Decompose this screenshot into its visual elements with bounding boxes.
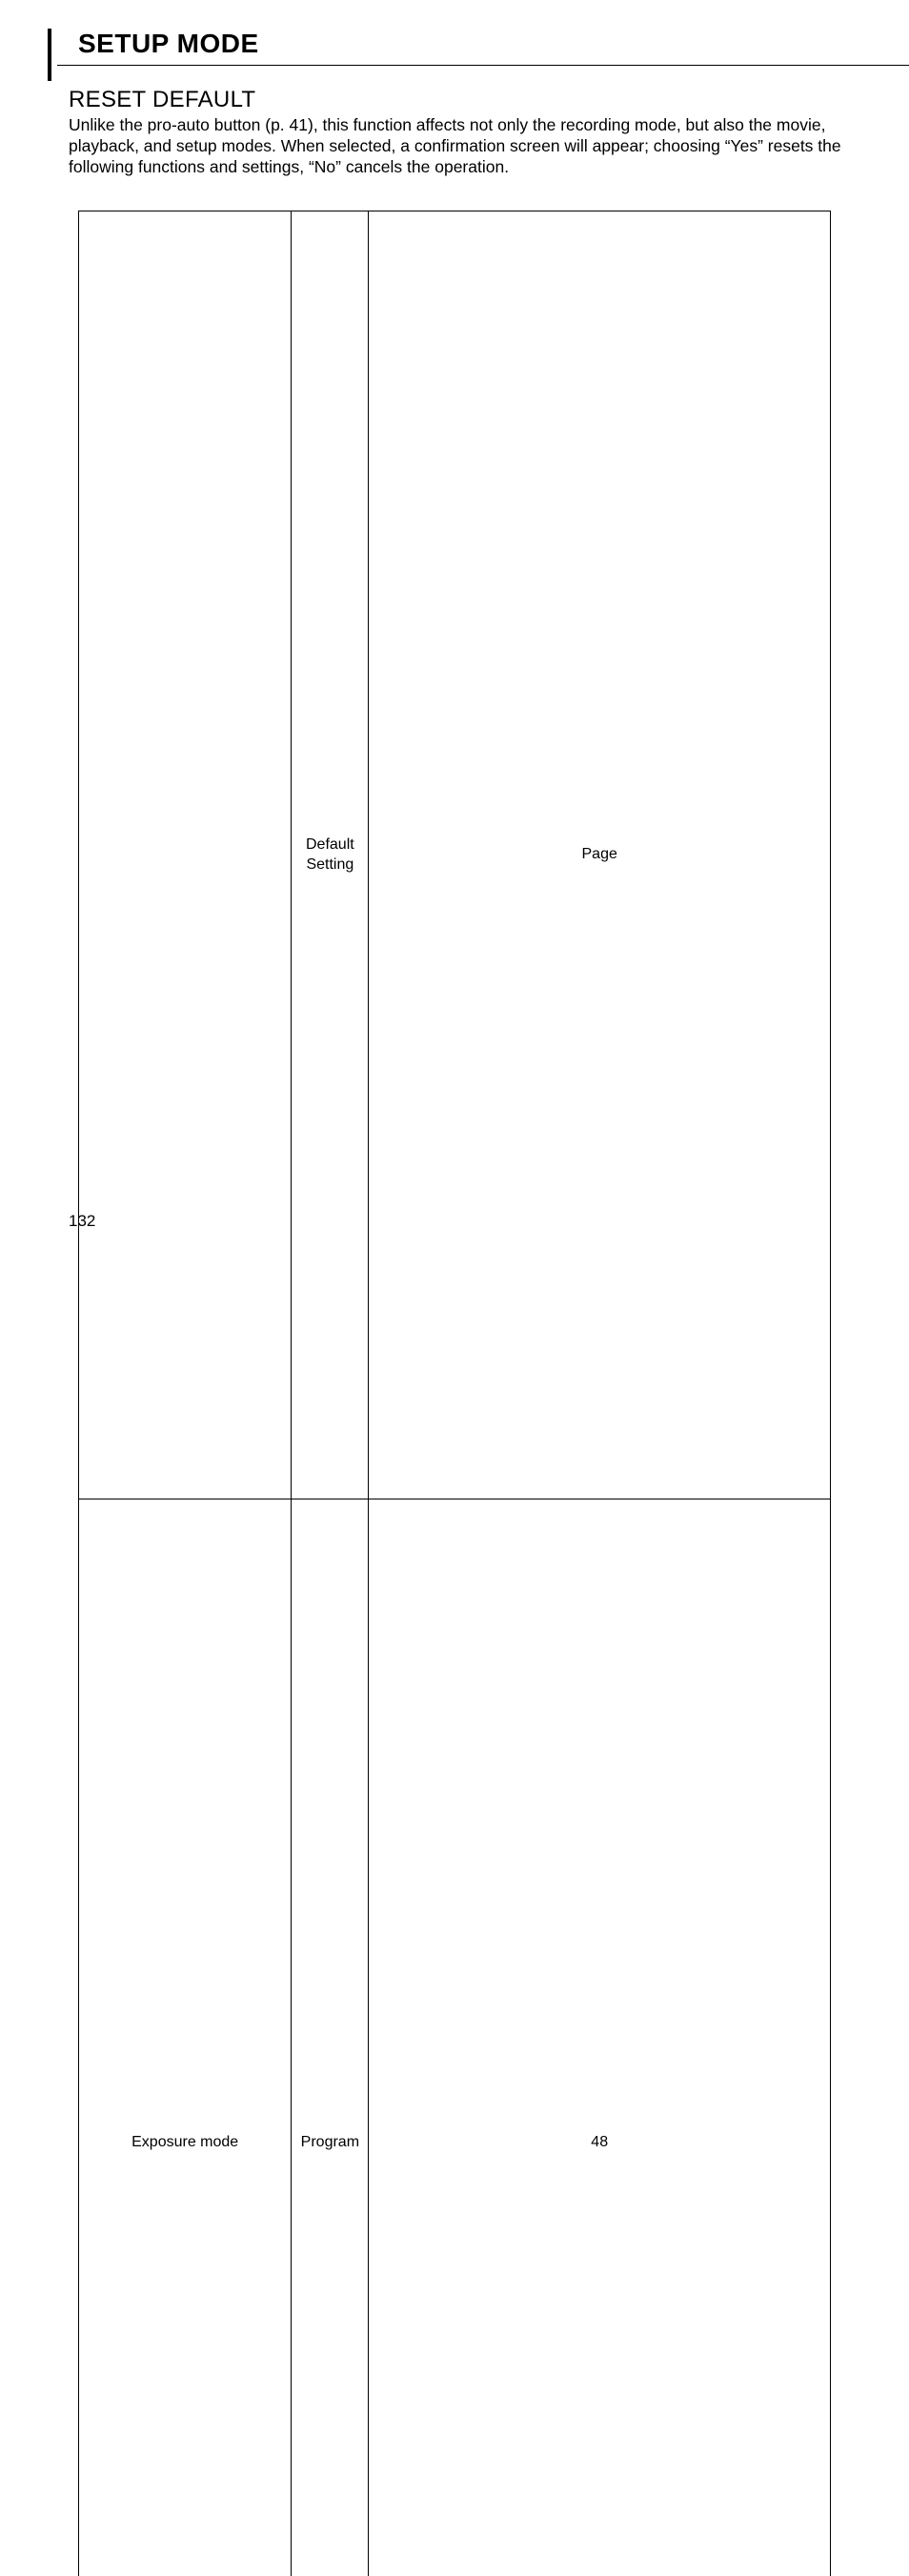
default-settings-table: Default Setting Page Exposure modeProgra…: [78, 211, 831, 2576]
title-underline: [57, 65, 909, 66]
side-rule: [48, 29, 51, 81]
header-blank: [79, 211, 292, 1499]
intro-paragraph: Unlike the pro-auto button (p. 41), this…: [69, 115, 842, 178]
page-cell: 48: [369, 1499, 831, 2576]
header-page: Page: [369, 211, 831, 1499]
section-title: SETUP MODE: [78, 29, 852, 59]
table-row: Exposure modeProgram48: [79, 1499, 831, 2576]
table-header-row: Default Setting Page: [79, 211, 831, 1499]
sub-title: RESET DEFAULT: [69, 87, 852, 113]
function-cell: Exposure mode: [79, 1499, 292, 2576]
default-cell: Program: [292, 1499, 369, 2576]
page-number: 132: [69, 1212, 95, 1231]
header-default: Default Setting: [292, 211, 369, 1499]
